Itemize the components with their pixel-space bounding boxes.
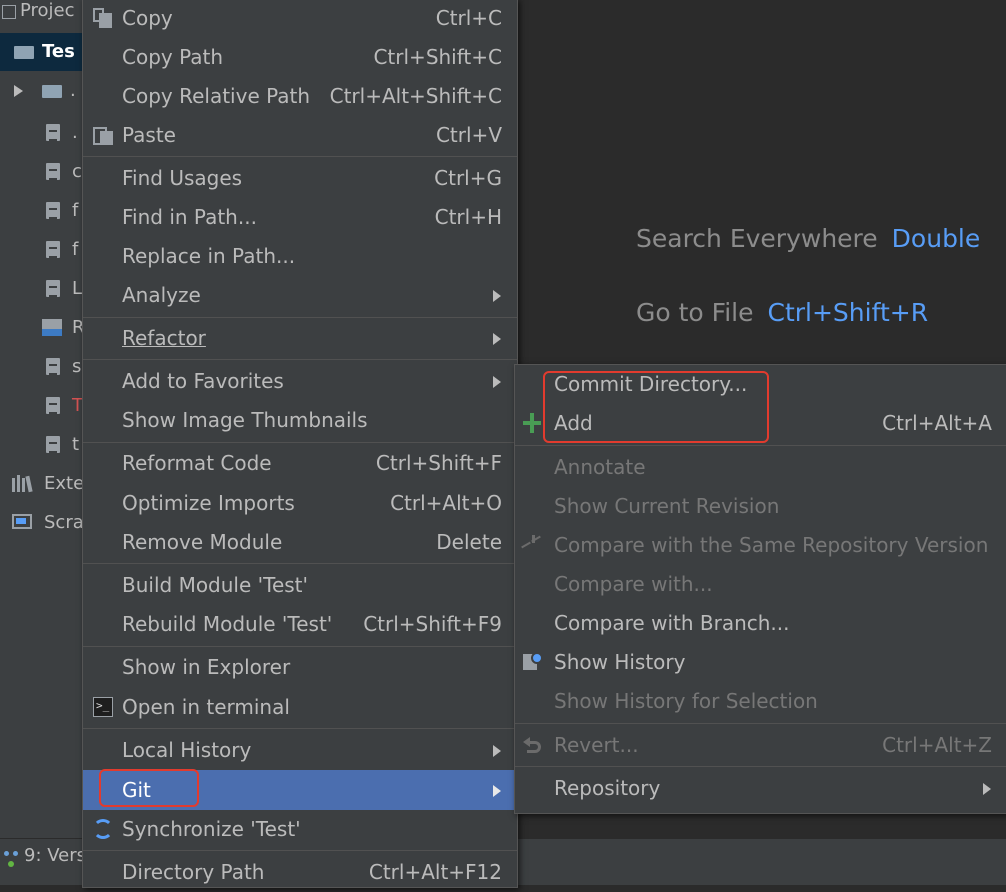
compare-icon	[521, 535, 541, 555]
menu-item-replace-in-path[interactable]: Replace in Path...	[83, 237, 517, 276]
menu-item-annotate[interactable]: Annotate	[515, 448, 1006, 487]
version-control-tab[interactable]: 9: Vers	[24, 845, 86, 866]
file-icon	[46, 280, 60, 297]
submenu-arrow-icon	[493, 745, 501, 757]
menu-separator	[83, 563, 517, 564]
menu-item-analyze[interactable]: Analyze	[83, 276, 517, 315]
revert-icon	[523, 735, 543, 755]
submenu-arrow-icon	[493, 333, 501, 345]
menu-item-paste[interactable]: Paste Ctrl+V	[83, 116, 517, 155]
menu-item-compare-with[interactable]: Compare with...	[515, 565, 1006, 604]
file-icon	[46, 163, 60, 180]
go-to-file-label: Go to File	[636, 298, 754, 327]
commit-add-annotation-box	[543, 371, 769, 443]
sync-icon	[93, 819, 113, 839]
project-header[interactable]: Projec	[0, 0, 84, 30]
tree-item-file[interactable]: .	[0, 114, 84, 152]
submenu-arrow-icon	[493, 290, 501, 302]
menu-item-compare-with-branch[interactable]: Compare with Branch...	[515, 604, 1006, 643]
menu-separator	[83, 646, 517, 647]
project-tool-window: Projec Tes . . c f f L R s T t Exte Scra	[0, 0, 85, 884]
project-icon	[2, 5, 16, 19]
tree-item-file[interactable]: c	[0, 153, 84, 191]
menu-separator	[515, 723, 1006, 724]
menu-separator	[83, 850, 517, 851]
submenu-arrow-icon	[983, 783, 991, 795]
expand-arrow-icon[interactable]	[14, 85, 23, 97]
menu-item-remove-module[interactable]: Remove Module Delete	[83, 523, 517, 562]
file-icon	[46, 436, 60, 453]
menu-separator	[83, 442, 517, 443]
search-everywhere-label: Search Everywhere	[636, 224, 878, 253]
menu-item-show-history[interactable]: Show History	[515, 643, 1006, 682]
menu-item-show-image-thumbnails[interactable]: Show Image Thumbnails	[83, 401, 517, 440]
tree-item-scratches[interactable]: Scra	[0, 504, 84, 542]
folder-icon	[42, 85, 62, 98]
menu-item-repository[interactable]: Repository	[515, 769, 1006, 808]
menu-item-add-to-favorites[interactable]: Add to Favorites	[83, 362, 517, 401]
menu-separator	[83, 156, 517, 157]
tree-item-file[interactable]: t	[0, 426, 84, 464]
file-icon	[46, 124, 60, 141]
tree-item-file[interactable]: f	[0, 192, 84, 230]
menu-item-directory-path[interactable]: Directory Path Ctrl+Alt+F12	[83, 853, 517, 892]
go-to-file-shortcut: Ctrl+Shift+R	[767, 298, 929, 327]
file-icon	[46, 358, 60, 375]
menu-separator	[83, 728, 517, 729]
tree-item-root-module[interactable]: Tes	[0, 33, 84, 71]
file-icon	[46, 397, 60, 414]
scratches-icon	[12, 514, 32, 529]
menu-item-show-in-explorer[interactable]: Show in Explorer	[83, 648, 517, 687]
menu-separator	[515, 445, 1006, 446]
history-icon	[523, 652, 543, 672]
menu-item-optimize-imports[interactable]: Optimize Imports Ctrl+Alt+O	[83, 484, 517, 523]
menu-item-compare-same-repo[interactable]: Compare with the Same Repository Version	[515, 526, 1006, 565]
tree-item-file[interactable]: R	[0, 309, 85, 347]
paste-icon	[93, 125, 113, 145]
tree-item-folder[interactable]: .	[0, 72, 84, 110]
search-everywhere-hint: Search Everywhere Double	[636, 224, 980, 253]
tree-item-external-libraries[interactable]: Exte	[0, 465, 84, 503]
plus-icon	[523, 413, 543, 433]
menu-item-build-module[interactable]: Build Module 'Test'	[83, 566, 517, 605]
terminal-icon: >_	[93, 697, 113, 717]
libraries-icon	[12, 475, 34, 493]
tree-item-file[interactable]: f	[0, 231, 84, 269]
git-annotation-box	[99, 769, 199, 807]
menu-item-refactor[interactable]: Refactor	[83, 319, 517, 358]
menu-separator	[83, 317, 517, 318]
menu-item-copy-relative-path[interactable]: Copy Relative Path Ctrl+Alt+Shift+C	[83, 77, 517, 116]
search-everywhere-shortcut: Double	[891, 224, 981, 253]
menu-item-show-current-revision[interactable]: Show Current Revision	[515, 487, 1006, 526]
submenu-arrow-icon	[493, 376, 501, 388]
tree-item-file[interactable]: s	[0, 348, 84, 386]
submenu-arrow-icon	[493, 785, 501, 797]
git-submenu: Commit Directory... Add Ctrl+Alt+A Annot…	[514, 364, 1006, 814]
copy-icon	[93, 8, 113, 28]
menu-separator	[515, 766, 1006, 767]
menu-item-revert[interactable]: Revert... Ctrl+Alt+Z	[515, 726, 1006, 765]
go-to-file-hint: Go to File Ctrl+Shift+R	[636, 298, 928, 327]
markdown-file-icon	[42, 319, 62, 336]
menu-separator	[83, 359, 517, 360]
tree-item-file[interactable]: L	[0, 270, 84, 308]
menu-item-find-usages[interactable]: Find Usages Ctrl+G	[83, 159, 517, 198]
project-context-menu: Copy Ctrl+C Copy Path Ctrl+Shift+C Copy …	[82, 0, 518, 888]
menu-item-copy[interactable]: Copy Ctrl+C	[83, 0, 517, 38]
menu-item-open-in-terminal[interactable]: >_ Open in terminal	[83, 688, 517, 727]
menu-item-local-history[interactable]: Local History	[83, 731, 517, 770]
folder-icon	[14, 46, 34, 59]
menu-item-synchronize[interactable]: Synchronize 'Test'	[83, 810, 517, 849]
menu-item-rebuild-module[interactable]: Rebuild Module 'Test' Ctrl+Shift+F9	[83, 605, 517, 644]
menu-item-find-in-path[interactable]: Find in Path... Ctrl+H	[83, 198, 517, 237]
file-icon	[46, 202, 60, 219]
menu-item-reformat-code[interactable]: Reformat Code Ctrl+Shift+F	[83, 444, 517, 483]
menu-item-copy-path[interactable]: Copy Path Ctrl+Shift+C	[83, 38, 517, 77]
menu-item-show-history-selection[interactable]: Show History for Selection	[515, 682, 1006, 721]
tree-item-file[interactable]: T	[0, 387, 84, 425]
file-icon	[46, 241, 60, 258]
version-control-icon	[4, 851, 20, 867]
